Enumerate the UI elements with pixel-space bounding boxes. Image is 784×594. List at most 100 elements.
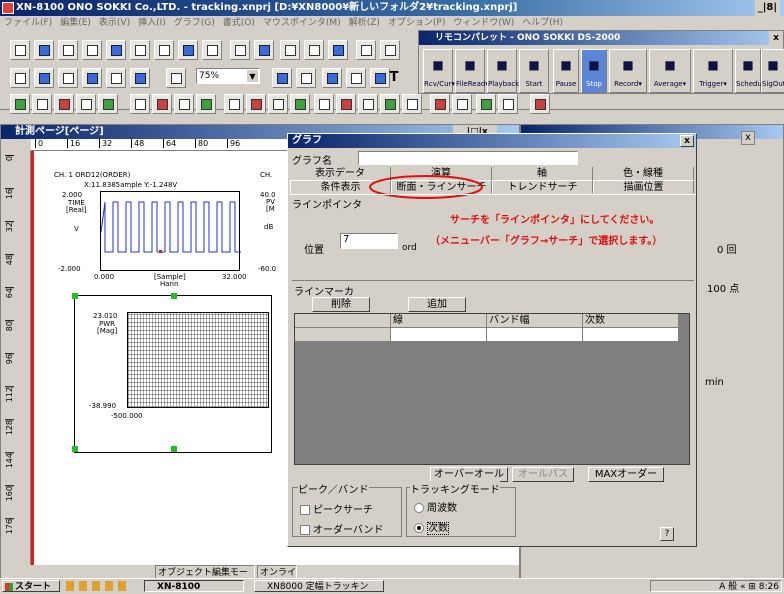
tab-row2-2[interactable]: トレンドサーチ (492, 180, 593, 194)
toolbar-icon[interactable] (430, 94, 450, 114)
menu-item[interactable]: ファイル(F) (4, 18, 52, 28)
toolbar-icon[interactable] (154, 40, 174, 60)
toolbar-icon[interactable] (296, 68, 316, 88)
toolbar-icon[interactable] (98, 94, 118, 114)
remote-palette-title-bar[interactable]: リモコンパレット - ONO SOKKI DS-2000 x (419, 31, 783, 45)
app-title-bar[interactable]: XN-8100 ONO SOKKI Co.,LTD. - tracking.xn… (0, 0, 784, 16)
toolbar-icon[interactable] (230, 40, 250, 60)
spectrum-graph[interactable]: 23.010 PWR [Mag] -38.990 -500.000 (72, 293, 272, 453)
toolbar-icon[interactable] (106, 40, 126, 60)
toolbar-icon[interactable] (268, 94, 288, 114)
toolbar-icon[interactable] (54, 94, 74, 114)
toolbar-icon[interactable] (202, 40, 222, 60)
peak-search-checkbox[interactable]: ピークサーチ (300, 501, 373, 516)
toolbar-icon[interactable] (82, 68, 102, 88)
grid-cell[interactable] (583, 328, 679, 342)
toolbar-icon[interactable] (346, 68, 366, 88)
toolbar-icon[interactable] (82, 40, 102, 60)
toolbar-icon[interactable] (34, 40, 54, 60)
toolbar-icon[interactable] (76, 94, 96, 114)
menu-item[interactable]: ヘルプ(H) (522, 18, 563, 28)
toolbar-icon[interactable] (254, 40, 274, 60)
remote-button-4[interactable]: ■ Pause (553, 49, 579, 93)
toolbar-icon[interactable] (322, 68, 342, 88)
toolbar-icon[interactable] (314, 94, 334, 114)
toolbar-icon[interactable] (380, 40, 400, 60)
toolbar-icon[interactable] (34, 68, 54, 88)
close-icon[interactable]: x (769, 31, 783, 45)
grid-cell[interactable] (391, 328, 487, 342)
selection-handle[interactable] (72, 446, 78, 452)
remote-button-9[interactable]: ■ Schedule▾ (735, 49, 772, 93)
grid-cell[interactable] (487, 328, 583, 342)
zoom-select[interactable]: 75% ▼ (196, 68, 260, 84)
remote-button-7[interactable]: ■ Average▾ (649, 49, 691, 93)
remote-button-6[interactable]: ■ Record▾ (609, 49, 647, 93)
remote-button-3[interactable]: ■ Start (519, 49, 549, 93)
toolbar-icon[interactable] (10, 94, 30, 114)
toolbar-icon[interactable] (130, 40, 150, 60)
order-band-checkbox[interactable]: オーダーバンド (300, 521, 383, 536)
menu-item[interactable]: 表示(V) (99, 18, 130, 28)
tab-row1-2[interactable]: 軸 (492, 167, 593, 181)
toolbar-icon[interactable] (246, 94, 266, 114)
text-tool-button[interactable]: T (384, 68, 404, 88)
toolbar-icon[interactable] (152, 94, 172, 114)
order-radio[interactable]: 次数 (414, 519, 449, 535)
toolbar-icon[interactable] (10, 68, 30, 88)
overall-button[interactable]: オーバーオール (430, 467, 508, 482)
selection-handle[interactable] (171, 293, 177, 299)
add-button[interactable]: 追加 (408, 297, 466, 312)
toolbar-icon[interactable] (224, 94, 244, 114)
toolbar-icon[interactable] (380, 94, 400, 114)
line-marker-grid[interactable]: 線 バンド幅 次数 (294, 313, 690, 465)
toolbar-icon[interactable] (58, 68, 78, 88)
remote-button-2[interactable]: ■ Playback (487, 49, 519, 93)
toolbar-icon[interactable] (476, 94, 496, 114)
task-xn8100[interactable]: XN-8100 (144, 580, 244, 592)
toolbar-icon[interactable] (178, 40, 198, 60)
close-icon[interactable]: x (741, 131, 755, 145)
toolbar-icon[interactable] (174, 94, 194, 114)
remote-button-10[interactable]: ■ SigOut▾ (761, 49, 784, 93)
toolbar-icon[interactable] (166, 68, 186, 88)
toolbar-icon[interactable] (336, 94, 356, 114)
window-controls[interactable]: _|8| (754, 0, 780, 16)
toolbar-icon[interactable] (452, 94, 472, 114)
menu-item[interactable]: 書式(O) (223, 18, 255, 28)
toolbar-icon[interactable] (196, 94, 216, 114)
toolbar-icon[interactable] (130, 68, 150, 88)
frequency-radio[interactable]: 周波数 (414, 499, 457, 514)
remote-button-0[interactable]: ■ Rcv/Cur▾ (423, 49, 455, 93)
toolbar-icon[interactable] (130, 94, 150, 114)
toolbar-icon[interactable] (402, 94, 422, 114)
remote-button-1[interactable]: ■ FileRead▾ (455, 49, 489, 93)
tab-row2-3[interactable]: 描画位置 (593, 180, 694, 194)
all-pass-button[interactable]: オールパス (512, 467, 574, 482)
menu-item[interactable]: マウスポインタ(M) (263, 18, 341, 28)
delete-button[interactable]: 削除 (312, 297, 370, 312)
menu-item[interactable]: 編集(E) (60, 18, 91, 28)
selection-handle[interactable] (171, 446, 177, 452)
toolbar-icon[interactable] (498, 94, 518, 114)
close-icon[interactable]: x (680, 135, 694, 147)
position-input[interactable]: 7 (340, 233, 398, 249)
toolbar-icon[interactable] (106, 68, 126, 88)
selection-handle[interactable] (72, 293, 78, 299)
toolbar-icon[interactable] (530, 94, 550, 114)
start-button[interactable]: スタート (2, 580, 60, 592)
toolbar-icon[interactable] (280, 40, 300, 60)
remote-button-8[interactable]: ■ Trigger▾ (693, 49, 733, 93)
toolbar-icon[interactable] (272, 68, 292, 88)
toolbar-icon[interactable] (32, 94, 52, 114)
tab-row1-3[interactable]: 色・線種 (593, 167, 694, 181)
remote-button-5[interactable]: ■ Stop (581, 49, 607, 93)
toolbar-icon[interactable] (304, 40, 324, 60)
graph-name-input[interactable] (358, 151, 578, 165)
task-xn8000-doc[interactable]: XN8000 定幅トラッキング... (254, 580, 384, 592)
toolbar-icon[interactable] (58, 40, 78, 60)
waveform-graph[interactable]: CH. 1 ORD12(ORDER) X:11.8385ample Y:-1.2… (54, 171, 247, 291)
toolbar-icon[interactable] (328, 40, 348, 60)
quick-launch-icons[interactable] (66, 581, 126, 591)
menu-item[interactable]: グラフ(G) (174, 18, 215, 28)
